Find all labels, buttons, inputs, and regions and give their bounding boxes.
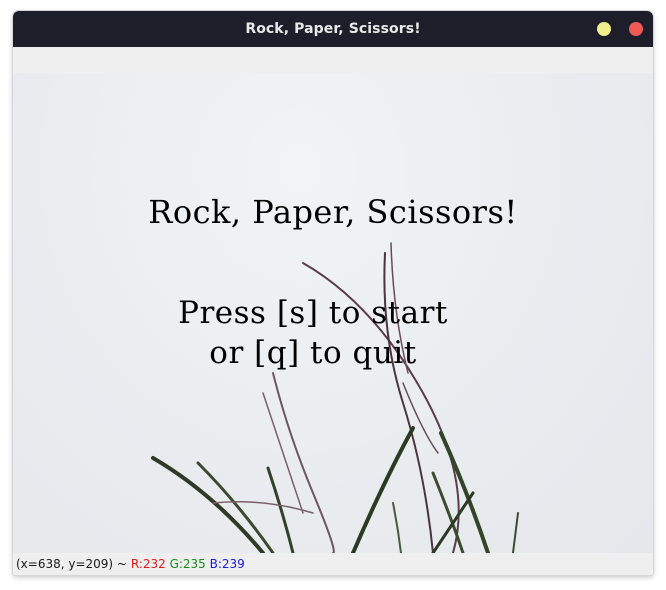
minimize-icon[interactable] <box>597 22 611 36</box>
blue-value: B:239 <box>209 557 245 571</box>
image-canvas[interactable]: Rock, Paper, Scissors! Press [s] to star… <box>13 73 653 553</box>
red-value: R:232 <box>130 557 166 571</box>
app-window: Rock, Paper, Scissors! Rock, Paper, Scis… <box>13 11 653 575</box>
instruction-start: Press [s] to start <box>178 295 448 331</box>
green-value: G:235 <box>169 557 206 571</box>
title-bar[interactable]: Rock, Paper, Scissors! <box>13 11 653 47</box>
instructions: Press [s] to start or [q] to quit <box>13 293 613 373</box>
toolbar <box>13 47 653 73</box>
window-title: Rock, Paper, Scissors! <box>245 21 421 37</box>
status-bar: (x=638, y=209) ~ R:232 G:235 B:239 <box>13 553 653 575</box>
instruction-quit: or [q] to quit <box>209 335 417 371</box>
game-title: Rock, Paper, Scissors! <box>148 193 518 231</box>
cursor-coordinates: (x=638, y=209) ~ <box>16 557 127 571</box>
close-icon[interactable] <box>629 22 643 36</box>
